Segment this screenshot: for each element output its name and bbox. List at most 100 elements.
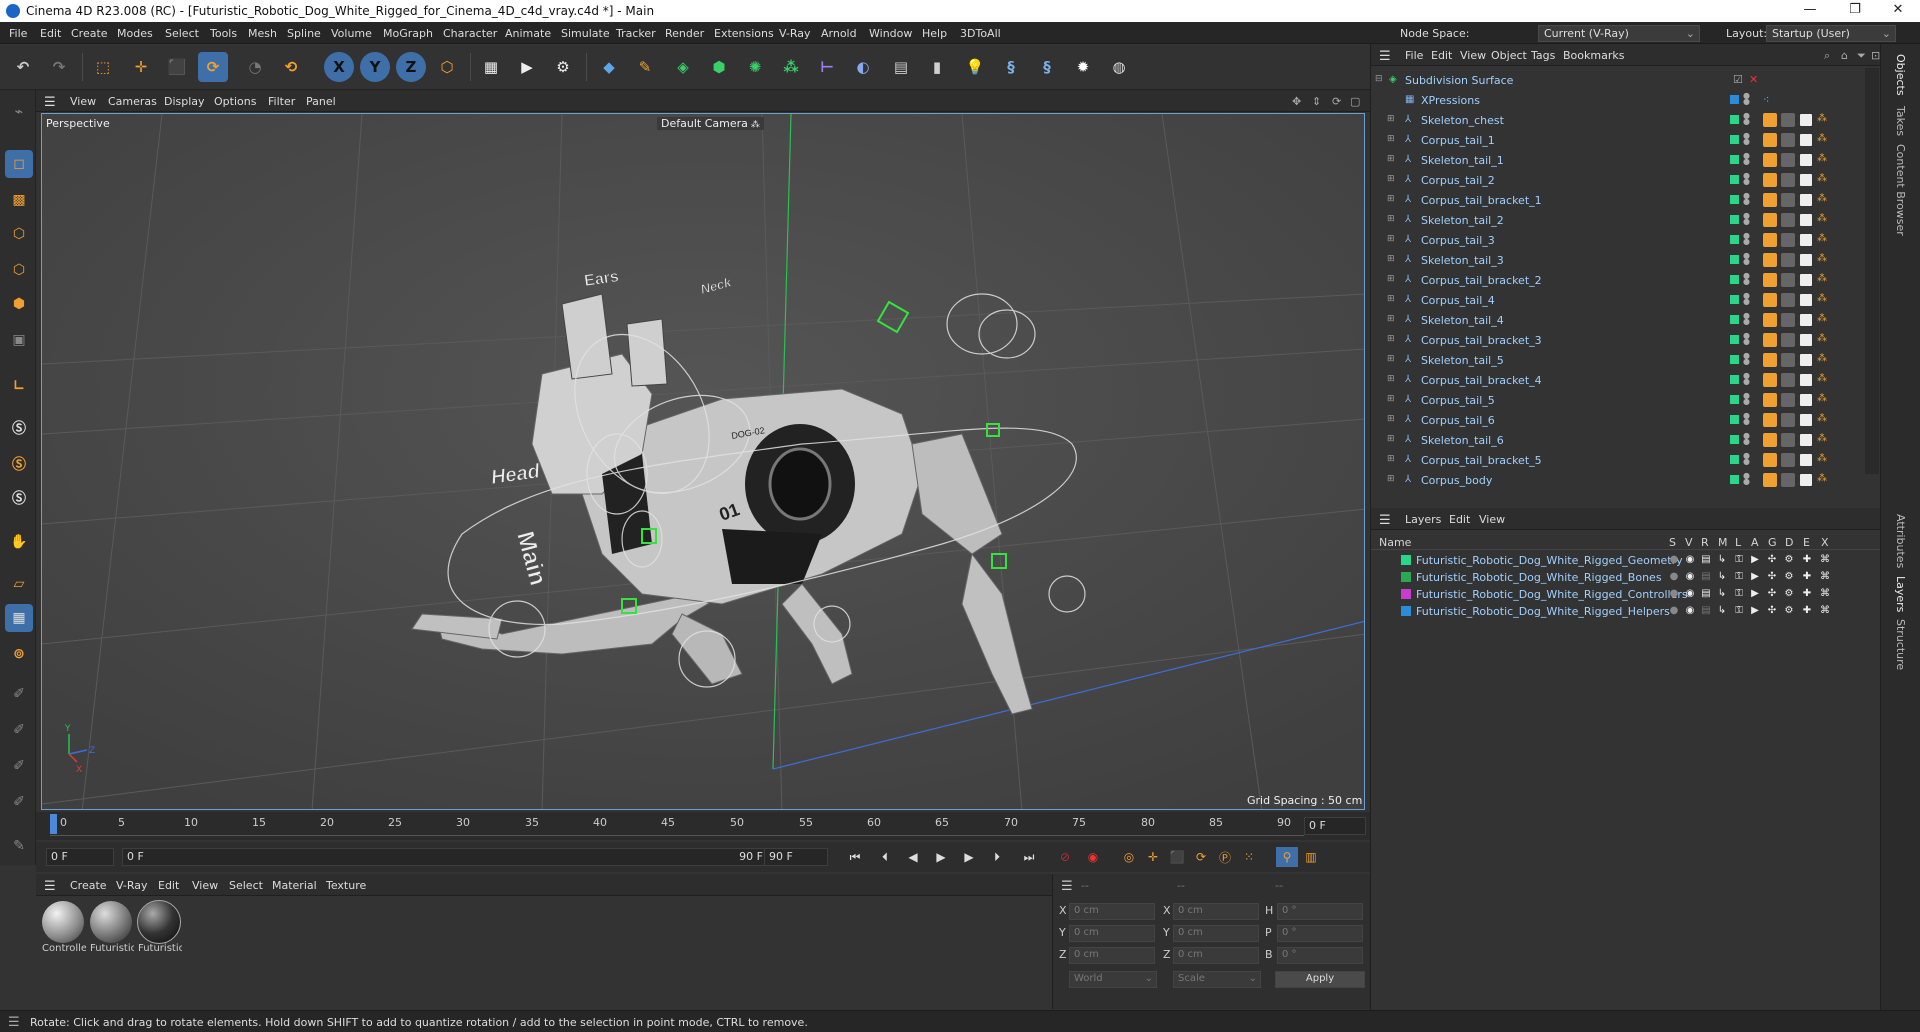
visibility-dots-icon[interactable]: ● ● xyxy=(1743,252,1750,267)
layer-name[interactable]: Futuristic_Robotic_Dog_White_Rigged_Cont… xyxy=(1416,588,1688,601)
visible-eye-icon[interactable]: ◉ xyxy=(1684,605,1696,617)
expressions-icon[interactable]: ✚ xyxy=(1801,605,1813,617)
menu-3dtoall[interactable]: 3DToAll xyxy=(960,27,1001,40)
menu-simulate[interactable]: Simulate xyxy=(561,27,610,40)
solo-mode-icon[interactable]: ⊚ xyxy=(5,640,33,668)
object-name[interactable]: Corpus_tail_1 xyxy=(1421,134,1495,147)
weight-tag-icon[interactable]: ⁂ xyxy=(1817,233,1831,247)
menu-extensions[interactable]: Extensions xyxy=(714,27,774,40)
layer-name[interactable]: Futuristic_Robotic_Dog_White_Rigged_Help… xyxy=(1416,605,1670,618)
visibility-dots-icon[interactable]: ● ● xyxy=(1743,292,1750,307)
layer-color-swatch[interactable] xyxy=(1730,175,1739,184)
layer-color-swatch[interactable] xyxy=(1730,255,1739,264)
visibility-dots-icon[interactable]: ● ● xyxy=(1743,352,1750,367)
menu-edit[interactable]: Edit xyxy=(40,27,61,40)
menu-volume[interactable]: Volume xyxy=(331,27,372,40)
constraint-tag-icon[interactable] xyxy=(1763,373,1777,387)
apply-button[interactable]: Apply xyxy=(1275,971,1365,988)
floor-icon[interactable]: ▤ xyxy=(886,52,916,82)
node-space-dropdown[interactable]: Current (V-Ray) ⌄ xyxy=(1538,25,1700,42)
menu-spline[interactable]: Spline xyxy=(287,27,321,40)
object-name[interactable]: Corpus_tail_6 xyxy=(1421,414,1495,427)
layers-hamburger-icon[interactable]: ☰ xyxy=(1379,513,1391,528)
object-row[interactable]: ⊞ ⅄ Corpus_tail_bracket_3 ● ● ⁂ xyxy=(1371,330,1881,350)
vray-settings-icon[interactable]: ✹ xyxy=(1068,52,1098,82)
sculpt-tool-icon[interactable]: ✐ xyxy=(5,716,33,744)
object-row[interactable]: ⊞ ⅄ Corpus_tail_6 ● ● ⁂ xyxy=(1371,410,1881,430)
constraint-tag-icon[interactable] xyxy=(1763,453,1777,467)
weight-tag-icon[interactable]: ⁂ xyxy=(1817,133,1831,147)
objects-menu-object[interactable]: Object xyxy=(1491,49,1527,62)
constraint-tag-icon[interactable] xyxy=(1763,273,1777,287)
material-swatch[interactable]: Futuristic xyxy=(137,900,182,961)
constraint-tag-icon[interactable] xyxy=(1763,173,1777,187)
tab-attributes[interactable]: Attributes xyxy=(1894,514,1907,568)
material-tag-icon[interactable] xyxy=(1799,453,1813,467)
visibility-dots-icon[interactable]: ● ● xyxy=(1743,212,1750,227)
material-menu-edit[interactable]: Edit xyxy=(158,879,179,892)
layer-name[interactable]: Futuristic_Robotic_Dog_White_Rigged_Geom… xyxy=(1416,554,1683,567)
object-name[interactable]: Skeleton_tail_5 xyxy=(1421,354,1504,367)
tab-structure[interactable]: Structure xyxy=(1894,619,1907,670)
object-name[interactable]: Skeleton_tail_2 xyxy=(1421,214,1504,227)
visibility-dots-icon[interactable]: ● ● xyxy=(1743,372,1750,387)
objects-menu-view[interactable]: View xyxy=(1460,49,1486,62)
weight-tag-icon[interactable]: ⁂ xyxy=(1817,173,1831,187)
layer-color-swatch[interactable] xyxy=(1730,415,1739,424)
solo-dot-icon[interactable]: ● xyxy=(1668,571,1680,583)
animation-icon[interactable]: ▶ xyxy=(1749,554,1761,566)
visibility-dots-icon[interactable]: ● ● xyxy=(1743,152,1750,167)
object-row[interactable]: ⊞ ⅄ Corpus_tail_bracket_5 ● ● ⁂ xyxy=(1371,450,1881,470)
object-row[interactable]: ⊞ ⅄ Corpus_tail_2 ● ● ⁂ xyxy=(1371,170,1881,190)
move-tool-icon[interactable]: ✛ xyxy=(126,52,156,82)
expand-toggle-icon[interactable]: ⊞ xyxy=(1387,374,1395,384)
undo-icon[interactable]: ↶ xyxy=(8,52,38,82)
globe-icon[interactable]: ◍ xyxy=(1104,52,1134,82)
frame-range-slider[interactable]: 0 F 90 F xyxy=(122,848,782,866)
key-rotation-icon[interactable]: ⟳ xyxy=(1190,847,1212,867)
lock-icon[interactable]: ⚿ xyxy=(1733,554,1745,566)
weight-tag-icon[interactable]: ⁂ xyxy=(1817,473,1831,487)
expand-toggle-icon[interactable]: ⊞ xyxy=(1387,454,1395,464)
python-generator-icon[interactable]: § xyxy=(996,52,1026,82)
layer-color-swatch[interactable] xyxy=(1730,155,1739,164)
constraint-tag-icon[interactable] xyxy=(1763,253,1777,267)
objects-menu-file[interactable]: File xyxy=(1405,49,1423,62)
render-icon[interactable]: ▤ xyxy=(1700,588,1712,600)
object-name[interactable]: Corpus_tail_bracket_4 xyxy=(1421,374,1542,387)
weight-tag-icon[interactable]: ⁂ xyxy=(1817,353,1831,367)
generators-icon[interactable]: ✣ xyxy=(1766,571,1778,583)
deactivated-icon[interactable]: ✕ xyxy=(1749,73,1758,86)
layer-row[interactable]: Futuristic_Robotic_Dog_White_Rigged_Bone… xyxy=(1371,569,1881,586)
layer-color-swatch[interactable] xyxy=(1730,115,1739,124)
expand-toggle-icon[interactable]: ⊞ xyxy=(1387,274,1395,284)
rotation-h-field[interactable]: 0 ° xyxy=(1277,903,1363,920)
filter-icon[interactable]: ⏷ xyxy=(1857,49,1866,63)
size-x-field[interactable]: 0 cm xyxy=(1173,903,1259,920)
material-swatch[interactable]: Controlle xyxy=(42,901,86,961)
brush-tool-icon[interactable]: ✐ xyxy=(5,752,33,780)
material-tag-icon[interactable] xyxy=(1781,353,1795,367)
constraint-tag-icon[interactable] xyxy=(1763,113,1777,127)
layer-row[interactable]: Futuristic_Robotic_Dog_White_Rigged_Cont… xyxy=(1371,586,1881,603)
material-tag-icon[interactable] xyxy=(1799,293,1813,307)
weight-tag-icon[interactable]: ⁂ xyxy=(1817,213,1831,227)
constraint-tag-icon[interactable] xyxy=(1763,153,1777,167)
object-name[interactable]: Corpus_tail_bracket_3 xyxy=(1421,334,1542,347)
tab-takes[interactable]: Takes xyxy=(1894,106,1907,136)
material-tag-icon[interactable] xyxy=(1799,313,1813,327)
mograph-cloner-icon[interactable]: ⁂ xyxy=(776,52,806,82)
material-menu-texture[interactable]: Texture xyxy=(326,879,366,892)
visible-eye-icon[interactable]: ◉ xyxy=(1684,588,1696,600)
weight-tag-icon[interactable]: ⁂ xyxy=(1817,193,1831,207)
layer-row[interactable]: Futuristic_Robotic_Dog_White_Rigged_Help… xyxy=(1371,603,1881,620)
object-name[interactable]: Skeleton_tail_3 xyxy=(1421,254,1504,267)
weight-tag-icon[interactable]: ⁂ xyxy=(1817,413,1831,427)
visibility-dots-icon[interactable]: ● ● xyxy=(1743,452,1750,467)
visibility-dots-icon[interactable]: ● ● xyxy=(1743,312,1750,327)
menu-tracker[interactable]: Tracker xyxy=(616,27,656,40)
material-tag-icon[interactable] xyxy=(1781,313,1795,327)
xrefs-icon[interactable]: ⌘ xyxy=(1819,588,1831,600)
expand-toggle-icon[interactable]: ⊞ xyxy=(1387,474,1395,484)
objects-menu-bookmarks[interactable]: Bookmarks xyxy=(1563,49,1624,62)
